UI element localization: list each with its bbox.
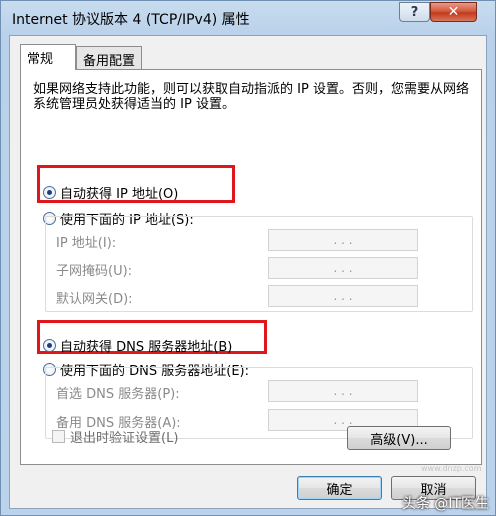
default-gateway-label: 默认网关(D): [56, 292, 133, 307]
description-text: 如果网络支持此功能，则可以获取自动指派的 IP 设置。否则，您需要从网络系统管理… [33, 82, 469, 112]
default-gateway-input[interactable]: . . . [268, 285, 418, 307]
dns-auto-radio[interactable] [43, 339, 56, 352]
question-icon: ? [410, 4, 419, 20]
default-gateway-row: 默认网关(D): . . . [56, 285, 466, 307]
validate-on-exit-label: 退出时验证设置(L) [70, 431, 179, 446]
ip-fields-group: IP 地址(I): . . . 子网掩码(U): . . . 默认网关(D): … [45, 216, 473, 312]
source-watermark: 头条 @IT医生 [401, 496, 489, 512]
subnet-mask-label: 子网掩码(U): [56, 264, 133, 279]
dns-auto-radio-row[interactable]: 自动获得 DNS 服务器地址(B) [43, 336, 232, 355]
ip-auto-radio-row[interactable]: 自动获得 IP 地址(O) [43, 183, 178, 202]
window-title: Internet 协议版本 4 (TCP/IPv4) 属性 [12, 12, 250, 28]
preferred-dns-label: 首选 DNS 服务器(P): [56, 387, 180, 402]
subnet-mask-input[interactable]: . . . [268, 257, 418, 279]
site-watermark: www.dnzp.com [421, 464, 482, 473]
ip-address-row: IP 地址(I): . . . [56, 229, 466, 251]
advanced-button[interactable]: 高级(V)... [347, 426, 451, 450]
general-panel: 如果网络支持此功能，则可以获取自动指派的 IP 设置。否则，您需要从网络系统管理… [20, 69, 482, 473]
ip-address-input[interactable]: . . . [268, 229, 418, 251]
validate-on-exit-row[interactable]: 退出时验证设置(L) [52, 427, 178, 446]
title-bar[interactable]: Internet 协议版本 4 (TCP/IPv4) 属性 ? ✕ [1, 1, 495, 35]
help-button[interactable]: ? [399, 2, 430, 22]
ok-button[interactable]: 确定 [297, 476, 382, 500]
tab-alternate-config[interactable]: 备用配置 [76, 46, 142, 70]
preferred-dns-row: 首选 DNS 服务器(P): . . . [56, 380, 466, 402]
dialog-client: 常规 备用配置 如果网络支持此功能，则可以获取自动指派的 IP 设置。否则，您需… [9, 35, 487, 509]
dialog-window: Internet 协议版本 4 (TCP/IPv4) 属性 ? ✕ 常规 备用配… [0, 0, 496, 516]
ip-auto-radio[interactable] [43, 186, 56, 199]
subnet-mask-row: 子网掩码(U): . . . [56, 257, 466, 279]
ip-auto-label: 自动获得 IP 地址(O) [60, 187, 179, 202]
preferred-dns-input[interactable]: . . . [268, 380, 418, 402]
tab-general[interactable]: 常规 [20, 44, 76, 70]
ip-address-label: IP 地址(I): [56, 236, 117, 251]
close-icon: ✕ [447, 4, 460, 20]
dns-auto-label: 自动获得 DNS 服务器地址(B) [60, 340, 233, 355]
validate-on-exit-checkbox[interactable] [52, 430, 65, 443]
close-button[interactable]: ✕ [430, 2, 477, 22]
